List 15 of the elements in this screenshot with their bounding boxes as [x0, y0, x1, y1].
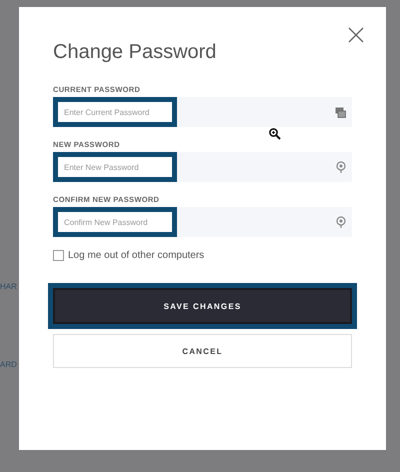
save-button[interactable]: SAVE CHANGES [48, 283, 357, 329]
password-field[interactable]: Enter Current Password [53, 97, 352, 127]
background-text: ARD [0, 360, 17, 369]
close-icon[interactable] [348, 27, 364, 43]
password-field[interactable]: Confirm New Password [53, 207, 352, 237]
pin-icon[interactable] [336, 161, 346, 173]
card-icon[interactable] [335, 106, 346, 118]
pin-icon[interactable] [336, 216, 346, 228]
password-field[interactable]: Enter New Password [53, 152, 352, 182]
checkbox[interactable] [53, 250, 64, 261]
dialog-title: Change Password [53, 41, 218, 64]
cancel-button[interactable]: CANCEL [53, 334, 352, 368]
zoom-cursor-icon [269, 128, 281, 140]
background-text: HAR [0, 282, 17, 291]
checkbox-label: Log me out of other computers [68, 250, 204, 261]
